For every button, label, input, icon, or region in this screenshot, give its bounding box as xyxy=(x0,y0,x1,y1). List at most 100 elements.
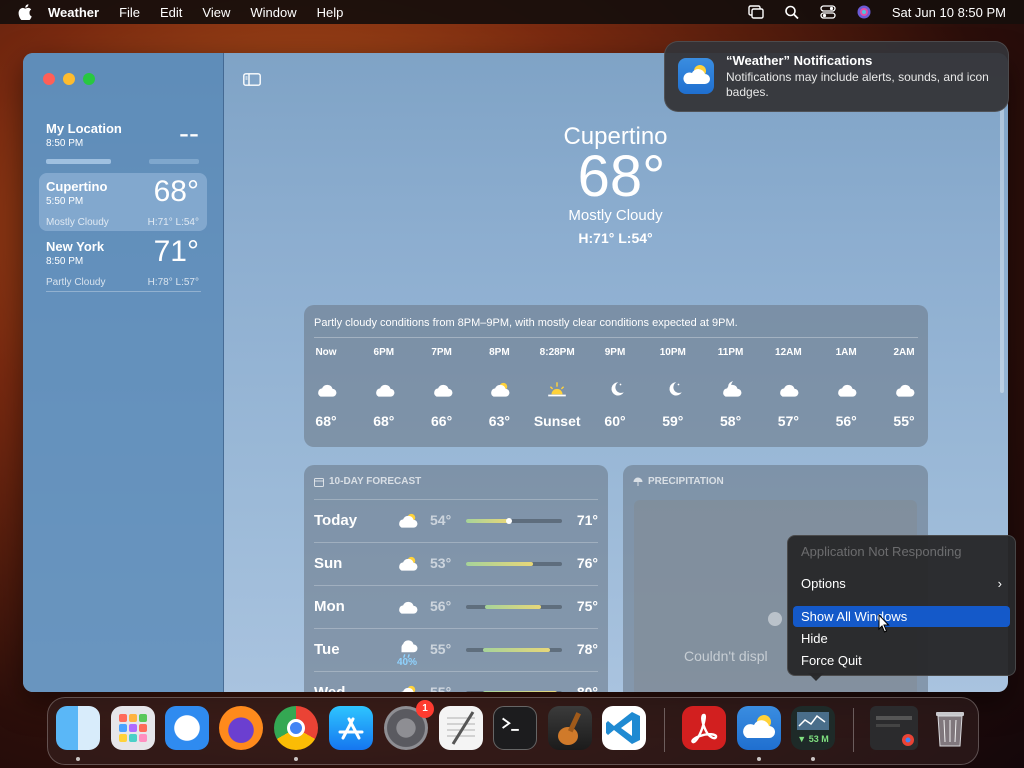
location-time: 8:50 PM xyxy=(46,138,84,149)
activity-monitor-icon[interactable]: ▼ 53 M xyxy=(791,706,835,750)
minimize-button[interactable] xyxy=(63,73,75,85)
chrome-icon[interactable] xyxy=(274,706,318,750)
trash-icon[interactable] xyxy=(928,706,972,750)
forecast-low: 56° xyxy=(430,598,452,614)
app-store-icon[interactable] xyxy=(329,706,373,750)
location-time: 5:50 PM xyxy=(46,196,84,207)
hourly-column: 12AM 57° xyxy=(762,347,814,429)
finder-icon[interactable] xyxy=(56,706,100,750)
apple-icon[interactable] xyxy=(18,4,32,20)
system-settings-icon[interactable]: 1 xyxy=(384,700,434,750)
forecast-low: 54° xyxy=(430,512,452,528)
mouse-pointer-icon xyxy=(878,614,890,633)
sidebar-toggle-icon[interactable] xyxy=(243,73,261,86)
notification-badge: 1 xyxy=(416,700,434,718)
location-hilo: H:78° L:57° xyxy=(147,277,199,288)
sidebar-item-new-york[interactable]: New York 8:50 PM 71° Partly Cloudy H:78°… xyxy=(39,233,207,291)
precip-chance: 40% xyxy=(396,657,417,668)
hourly-column: 8PM 63° xyxy=(473,347,525,429)
siri-icon[interactable] xyxy=(856,5,872,19)
cloud-icon xyxy=(762,375,814,405)
search-icon[interactable] xyxy=(784,5,800,19)
running-indicator xyxy=(294,757,298,761)
menu-item-show-all-windows[interactable]: Show All Windows xyxy=(793,606,1010,627)
zoom-button[interactable] xyxy=(83,73,95,85)
sidebar: My Location 8:50 PM -- Cupertino 5:50 PM… xyxy=(23,53,224,692)
weather-app-icon xyxy=(678,58,714,94)
forecast-row[interactable]: Tue 40% 55° 78° xyxy=(314,628,598,671)
temp-range-bar xyxy=(466,691,562,692)
partly-cloudy-icon xyxy=(394,682,420,692)
forecast-row[interactable]: Today 54° 71° xyxy=(314,499,598,542)
forecast-row[interactable]: Wed 55° 80° xyxy=(314,671,598,692)
divider xyxy=(314,337,918,338)
terminal-icon[interactable] xyxy=(493,706,537,750)
textedit-icon[interactable] xyxy=(439,706,483,750)
menu-item-label: Show All Windows xyxy=(801,609,908,624)
partly-cloudy-icon xyxy=(473,375,525,405)
partly-cloudy-icon xyxy=(394,553,420,580)
menu-item-options[interactable]: Options › xyxy=(793,573,1010,594)
hourly-forecast-card[interactable]: Partly cloudy conditions from 8PM–9PM, w… xyxy=(304,305,928,447)
vscode-icon[interactable] xyxy=(602,706,646,750)
temp-range-fill xyxy=(483,691,558,692)
acrobat-icon[interactable] xyxy=(682,706,726,750)
hour-label: 11PM xyxy=(717,347,744,358)
weather-dock-icon[interactable] xyxy=(737,706,781,750)
launchpad-icon[interactable] xyxy=(111,706,155,750)
hour-label: 1AM xyxy=(835,347,857,358)
temp-range-fill xyxy=(466,519,510,523)
temp-range-bar xyxy=(466,562,562,566)
hour-label: 10PM xyxy=(659,347,686,358)
forecast-row[interactable]: Sun 53° 76° xyxy=(314,542,598,585)
location-name: New York xyxy=(46,239,105,254)
sidebar-item-cupertino[interactable]: Cupertino 5:50 PM 68° Mostly Cloudy H:71… xyxy=(39,173,207,231)
firefox-icon[interactable] xyxy=(219,706,263,750)
hourly-column: 1AM 56° xyxy=(820,347,872,429)
recent-window-thumbnail[interactable] xyxy=(870,706,918,750)
hourly-column: Now 68° xyxy=(304,347,352,429)
hourly-summary: Partly cloudy conditions from 8PM–9PM, w… xyxy=(314,317,738,329)
notification-banner[interactable]: “Weather” Notifications Notifications ma… xyxy=(664,41,1009,112)
menu-pointer xyxy=(808,673,824,681)
hourly-column: 7PM 66° xyxy=(416,347,468,429)
menu-item-hide[interactable]: Hide xyxy=(793,628,1010,649)
loading-bar xyxy=(149,159,199,164)
control-center-icon[interactable] xyxy=(820,5,836,19)
hour-temp: 58° xyxy=(720,413,742,429)
menu-help[interactable]: Help xyxy=(317,5,344,20)
hourly-column: 10PM 59° xyxy=(647,347,699,429)
menu-edit[interactable]: Edit xyxy=(160,5,182,20)
menu-item-label: Force Quit xyxy=(801,653,862,668)
current-temp: 68° xyxy=(577,144,666,209)
scrollbar[interactable] xyxy=(1000,103,1004,393)
hour-label: 6PM xyxy=(373,347,395,358)
hourly-column: 11PM 58° xyxy=(705,347,757,429)
ten-day-forecast-card[interactable]: 10-DAY FORECAST Today 54° 71° Sun 53° 76° Mon 5… xyxy=(304,465,608,692)
running-indicator xyxy=(811,757,815,761)
menu-app-name[interactable]: Weather xyxy=(48,5,99,20)
sidebar-item-my-location[interactable]: My Location 8:50 PM -- xyxy=(39,115,207,173)
forecast-day: Mon xyxy=(314,598,345,615)
close-button[interactable] xyxy=(43,73,55,85)
hour-temp: 63° xyxy=(488,413,510,429)
menubar-datetime[interactable]: Sat Jun 10 8:50 PM xyxy=(892,5,1006,20)
menu-item-force-quit[interactable]: Force Quit xyxy=(793,650,1010,671)
hour-label: 8PM xyxy=(489,347,510,358)
menu-file[interactable]: File xyxy=(119,5,140,20)
menu-item-label: Application Not Responding xyxy=(801,544,962,559)
forecast-day: Sun xyxy=(314,555,343,572)
garageband-icon[interactable] xyxy=(548,706,592,750)
hour-temp: 68° xyxy=(373,413,395,429)
dock-separator xyxy=(853,708,854,752)
screen-mirroring-icon[interactable] xyxy=(748,5,764,19)
precipitation-header: PRECIPITATION xyxy=(633,476,724,487)
temp-range-fill xyxy=(466,562,534,566)
safari-icon[interactable] xyxy=(165,706,209,750)
menu-view[interactable]: View xyxy=(202,5,230,20)
hour-temp: 55° xyxy=(893,413,915,429)
precipitation-title: PRECIPITATION xyxy=(648,476,724,487)
forecast-row[interactable]: Mon 56° 75° xyxy=(314,585,598,628)
ten-day-header: 10-DAY FORECAST xyxy=(314,476,421,487)
menu-window[interactable]: Window xyxy=(250,5,296,20)
